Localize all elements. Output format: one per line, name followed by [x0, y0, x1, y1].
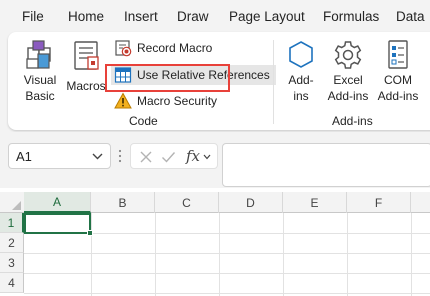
name-box[interactable]: A1: [8, 143, 111, 169]
macro-security-button[interactable]: Macro Security: [114, 91, 217, 111]
menu-bar: File Home Insert Draw Page Layout Formul…: [0, 0, 430, 32]
excel-add-ins-label-2: Add-ins: [327, 89, 369, 103]
select-all-button[interactable]: [0, 192, 24, 213]
grid-line: [219, 213, 220, 296]
cancel-icon[interactable]: [139, 150, 153, 164]
grid-line: [24, 293, 430, 294]
grid-line: [283, 213, 284, 296]
warning-icon: [114, 92, 132, 109]
gear-icon: [334, 41, 362, 69]
menu-file[interactable]: File: [22, 9, 44, 24]
record-macro-icon: [115, 40, 132, 57]
fill-handle[interactable]: [87, 230, 93, 236]
excel-add-ins-label-1: Excel: [333, 73, 363, 87]
record-macro-label: Record Macro: [137, 41, 213, 55]
menu-insert[interactable]: Insert: [124, 9, 158, 24]
row-header-2[interactable]: 2: [0, 233, 24, 253]
select-all-corner-icon: [12, 201, 21, 210]
enter-check-icon[interactable]: [161, 150, 176, 164]
chevron-down-icon[interactable]: [92, 153, 103, 160]
grid-line: [24, 273, 430, 274]
visual-basic-button[interactable]: Visual Basic: [16, 38, 64, 104]
row-header-4[interactable]: 4: [0, 273, 24, 293]
add-ins-label-2: ins: [293, 89, 309, 103]
visual-basic-label-1: Visual: [23, 73, 57, 87]
column-header-f[interactable]: F: [347, 192, 411, 213]
column-header-d[interactable]: D: [219, 192, 283, 213]
row-header-1[interactable]: 1: [0, 213, 24, 233]
code-group-label: Code: [129, 114, 158, 128]
column-header-g[interactable]: [411, 192, 430, 213]
grid-line: [91, 213, 92, 296]
menu-page-layout[interactable]: Page Layout: [229, 9, 305, 24]
macros-icon: [74, 41, 99, 70]
com-add-ins-label-1: COM: [384, 73, 412, 87]
com-add-ins-icon: [388, 40, 408, 69]
formula-actions: fx: [130, 143, 218, 169]
add-ins-label-1: Add-: [288, 73, 314, 87]
fx-chevron-icon[interactable]: [203, 154, 211, 160]
active-cell-a1[interactable]: [24, 213, 91, 234]
add-ins-button[interactable]: Add- ins: [280, 38, 322, 104]
column-header-row: A B C D E F: [0, 192, 430, 213]
group-separator: [273, 40, 274, 124]
com-add-ins-label-2: Add-ins: [377, 89, 419, 103]
grid-line: [347, 213, 348, 296]
menu-draw[interactable]: Draw: [177, 9, 209, 24]
column-header-e[interactable]: E: [283, 192, 347, 213]
grid-line: [24, 253, 430, 254]
formula-input[interactable]: [222, 143, 430, 187]
insert-function-button[interactable]: fx: [186, 147, 200, 165]
column-header-b[interactable]: B: [91, 192, 155, 213]
visual-basic-label-2: Basic: [25, 89, 55, 103]
column-header-a[interactable]: A: [24, 192, 91, 213]
macros-label: Macros: [66, 79, 106, 93]
excel-add-ins-button[interactable]: Excel Add-ins: [324, 38, 372, 104]
menu-formulas[interactable]: Formulas: [323, 9, 379, 24]
add-ins-icon: [289, 41, 313, 68]
column-header-c[interactable]: C: [155, 192, 219, 213]
macro-security-label: Macro Security: [137, 94, 218, 108]
ribbon-area: Visual Basic Macros Record Macro Use Rel…: [0, 32, 430, 132]
record-macro-highlight: [105, 64, 230, 92]
formula-bar: A1 fx: [0, 132, 430, 188]
visual-basic-icon: [26, 40, 51, 69]
grid-line: [155, 213, 156, 296]
drag-handle-icon[interactable]: [118, 149, 122, 163]
grid-line: [411, 213, 412, 296]
menu-home[interactable]: Home: [68, 9, 104, 24]
macros-button[interactable]: Macros: [64, 38, 108, 94]
row-header-3[interactable]: 3: [0, 253, 24, 273]
com-add-ins-button[interactable]: COM Add-ins: [374, 38, 422, 104]
name-box-value: A1: [16, 149, 32, 164]
add-ins-group-label: Add-ins: [332, 114, 373, 128]
menu-data[interactable]: Data: [396, 9, 425, 24]
worksheet-grid: A B C D E F 1 2 3 4: [0, 192, 430, 296]
record-macro-button[interactable]: Record Macro: [114, 38, 212, 58]
